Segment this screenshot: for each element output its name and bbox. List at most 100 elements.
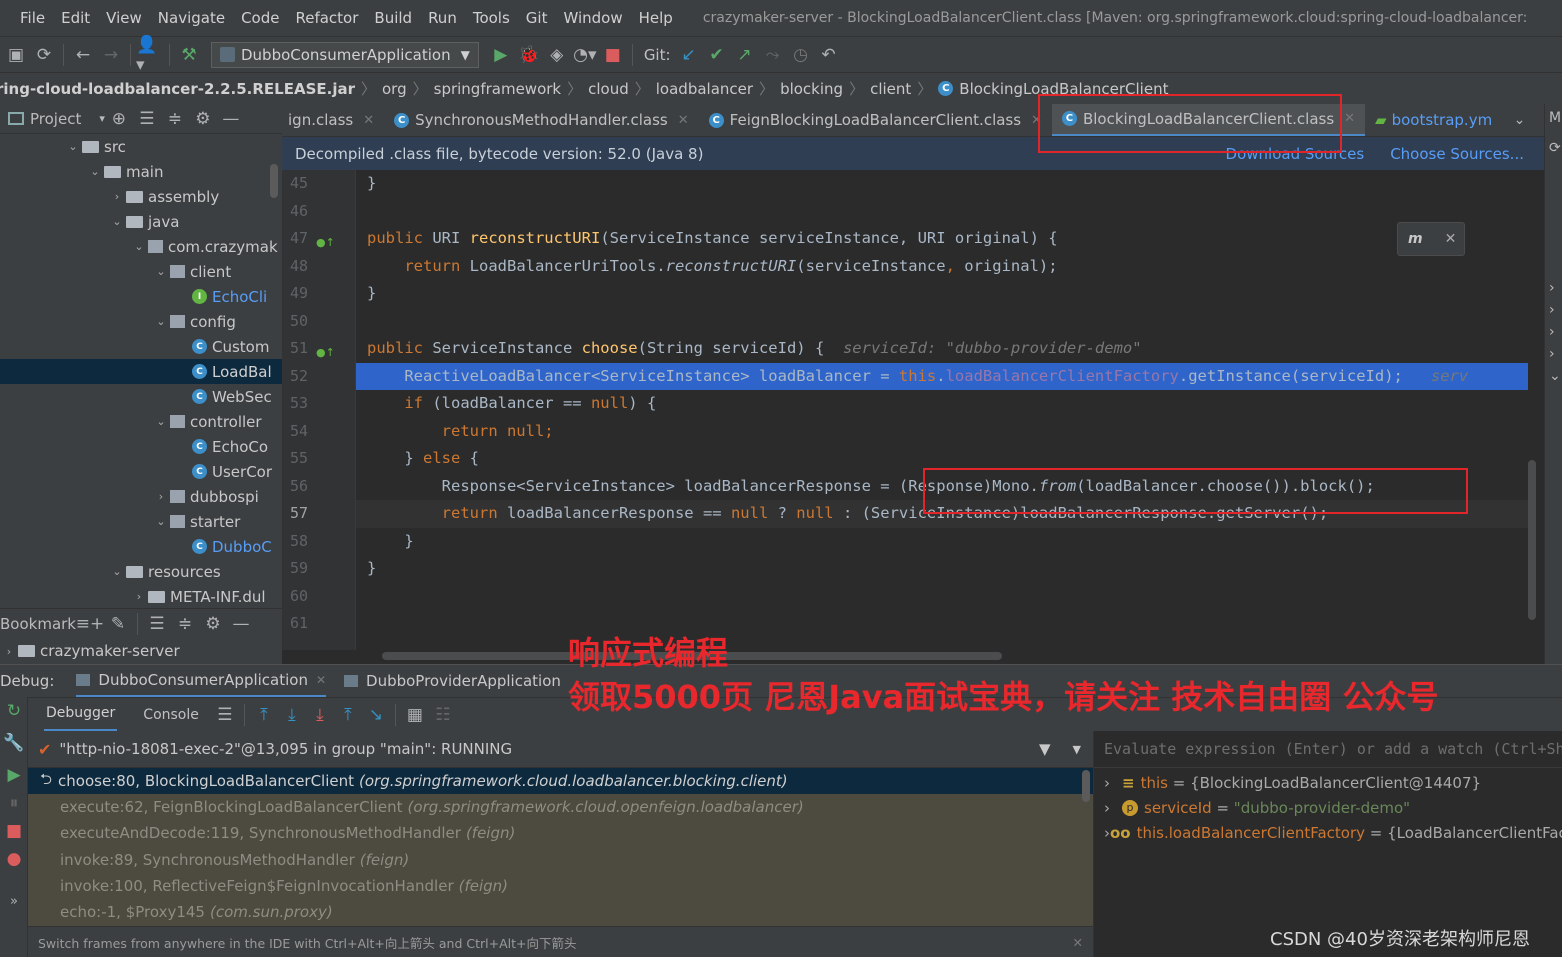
step-into-icon[interactable]: ⤓ [306,701,334,729]
stack-frame[interactable]: invoke:100, ReflectiveFeign$FeignInvocat… [28,873,1093,899]
close-icon[interactable]: ✕ [316,673,326,687]
tab-debugger[interactable]: Debugger [44,698,118,732]
coverage-icon[interactable]: ◈ [543,41,571,69]
refresh-icon[interactable]: ⟳ [1549,140,1562,156]
close-icon[interactable]: ✕ [1445,231,1457,247]
hide-icon[interactable]: — [227,610,255,638]
stack-frame[interactable]: executeAndDecode:119, SynchronousMethodH… [28,820,1093,846]
step-out-icon[interactable]: ⤒ [334,701,362,729]
breadcrumb-springframework[interactable]: springframework [434,80,561,98]
rerun-icon[interactable]: ↻ [0,697,28,725]
filter-icon[interactable]: ▼ [1039,740,1051,758]
chevron-right-icon[interactable]: › [152,490,170,503]
rollback-icon[interactable]: ↶ [815,41,843,69]
chevron-down-icon[interactable]: ⌄ [152,515,170,528]
menu-file[interactable]: File [0,9,53,27]
git-commit-icon[interactable]: ✔ [703,41,731,69]
chevron-down-icon[interactable]: ⌄ [86,165,104,178]
tree-node[interactable]: I EchoCli [0,284,282,309]
line-number[interactable]: 55 [282,445,355,473]
menu-edit[interactable]: Edit [53,9,98,27]
run-to-cursor-icon[interactable]: ↘ [362,701,390,729]
show-execution-point-icon[interactable]: ⤒ [250,701,278,729]
stop-icon[interactable]: ■ [599,41,627,69]
choose-sources-link[interactable]: Choose Sources... [1390,145,1524,163]
chevron-down-icon[interactable]: ⌄ [64,140,82,153]
menu-code[interactable]: Code [233,9,287,27]
menu-tools[interactable]: Tools [465,9,518,27]
line-number[interactable]: 52 [282,363,355,391]
close-icon[interactable]: ✕ [363,113,374,128]
tree-node[interactable]: ⌄ config [0,309,282,334]
breadcrumb-blocking[interactable]: blocking [780,80,843,98]
breadcrumb-loadbalancer[interactable]: loadbalancer [656,80,753,98]
line-number[interactable]: 60 [282,583,355,611]
forward-icon[interactable]: → [97,41,125,69]
git-update-icon[interactable]: ↙ [675,41,703,69]
chevron-down-icon[interactable]: ⌄ [152,315,170,328]
menu-window[interactable]: Window [555,9,630,27]
stop-icon[interactable]: ■ [0,817,28,845]
chevron-right-icon[interactable]: › [1549,324,1562,340]
menu-run[interactable]: Run [420,9,465,27]
close-icon[interactable]: ✕ [1073,935,1083,950]
variable-row[interactable]: › ≡ this = {BlockingLoadBalancerClient@144… [1094,770,1562,795]
chevron-right-icon[interactable]: › [108,190,126,203]
tree-node[interactable]: › assembly [0,184,282,209]
evaluate-grid-icon[interactable]: ▦ [401,701,429,729]
tree-node[interactable]: ⌄ src [0,134,282,159]
override-icon[interactable]: ●↑ [316,236,335,249]
project-title[interactable]: Project [30,110,81,128]
expand-all-icon[interactable]: ☰ [143,610,171,638]
git-merge-icon[interactable]: ⤳ [759,41,787,69]
line-number[interactable]: 59 [282,555,355,583]
chevron-down-icon[interactable]: ⌄ [108,215,126,228]
variable-row[interactable]: › p serviceId = "dubbo-provider-demo" [1094,795,1562,820]
thread-selector[interactable]: ✔ "http-nio-18081-exec-2"@13,095 in grou… [28,731,1093,768]
stack-frame[interactable]: invoke:89, SynchronousMethodHandler (feig… [28,847,1093,873]
chevron-right-icon[interactable]: › [1549,346,1562,362]
line-number[interactable]: 50 [282,308,355,336]
chevron-down-icon[interactable]: ⌄ [152,265,170,278]
tree-node[interactable]: ⌄ starter [0,509,282,534]
gear-icon[interactable]: ⚙ [199,610,227,638]
profile-icon[interactable]: ◔▾ [571,41,599,69]
line-number[interactable]: 49 [282,280,355,308]
debug-icon[interactable]: 🐞 [515,41,543,69]
tree-node[interactable]: ⌄ main [0,159,282,184]
trace-icon[interactable]: ☷ [429,701,457,729]
tab-bootstrap-yml[interactable]: ▰ bootstrap.yml [1365,104,1502,136]
save-icon[interactable]: ▣ [2,41,30,69]
tab-feign-client[interactable]: ign.class ✕ [282,104,384,136]
tree-node[interactable]: ⌄ java [0,209,282,234]
menu-build[interactable]: Build [366,9,420,27]
tree-node[interactable]: C WebSec [0,384,282,409]
chevron-down-icon[interactable]: ⌄ [1549,368,1562,384]
menu-view[interactable]: View [98,9,150,27]
tree-node[interactable]: › dubbospi [0,484,282,509]
tab-synchronous-method-handler[interactable]: C SynchronousMethodHandler.class ✕ [384,104,699,136]
bookmark-item[interactable]: › crazymaker-server [0,638,282,664]
tab-console[interactable]: Console [143,707,199,723]
add-bookmark-icon[interactable]: ≡+ [76,610,105,638]
variable-row[interactable]: › oo this.loadBalancerClientFactory = {Loa… [1094,820,1562,845]
collapse-all-icon[interactable]: ≑ [171,610,199,638]
evaluate-expression-input[interactable]: Evaluate expression (Enter) or add a wat… [1094,731,1562,768]
sync-icon[interactable]: ⟳ [30,41,58,69]
chevron-right-icon[interactable]: › [1549,302,1562,318]
tree-node[interactable]: ⌄ resources [0,559,282,584]
chevron-right-icon[interactable]: › [1104,799,1122,817]
tree-node[interactable]: ⌄ client [0,259,282,284]
line-number[interactable]: 54 [282,418,355,446]
breadcrumb-org[interactable]: org [382,80,407,98]
stack-frame[interactable]: ⮌ choose:80, BlockingLoadBalancerClient (o… [28,768,1093,795]
chevron-right-icon[interactable]: › [130,590,148,603]
wrench-icon[interactable]: 🔧 [0,729,28,757]
chevron-down-icon[interactable]: ▼ [1073,743,1081,756]
menu-help[interactable]: Help [631,9,681,27]
debug-session-tab[interactable]: DubboConsumerApplication ✕ [76,665,327,698]
history-icon[interactable]: ◷ [787,41,815,69]
chevron-right-icon[interactable]: › [1549,280,1562,296]
edit-icon[interactable]: ✎ [104,610,132,638]
line-number[interactable]: 57 [282,500,355,528]
